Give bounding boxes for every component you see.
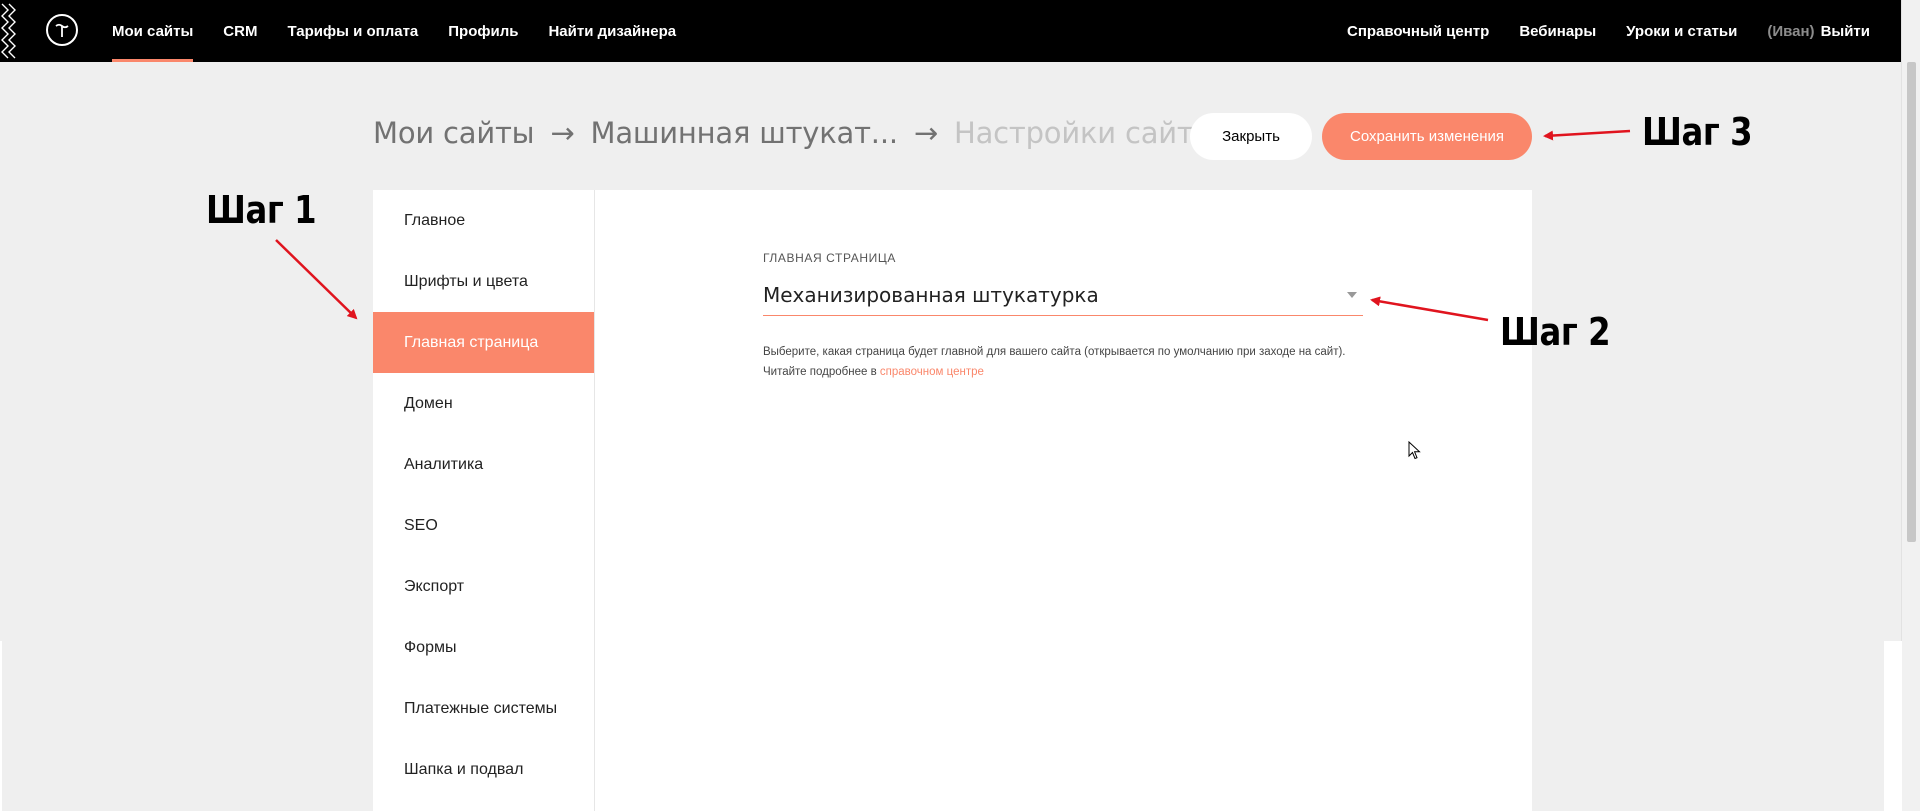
vertical-scrollbar[interactable] (1901, 0, 1920, 811)
mouse-cursor-icon (1408, 441, 1421, 460)
page-edge (1884, 641, 1902, 811)
page-edge-left (0, 641, 2, 811)
scrollbar-thumb[interactable] (1907, 62, 1916, 542)
arrow-step-1 (275, 239, 358, 320)
annotation-arrows (275, 129, 1631, 322)
arrow-step-2 (1370, 296, 1489, 322)
arrow-step-3 (1543, 129, 1631, 141)
